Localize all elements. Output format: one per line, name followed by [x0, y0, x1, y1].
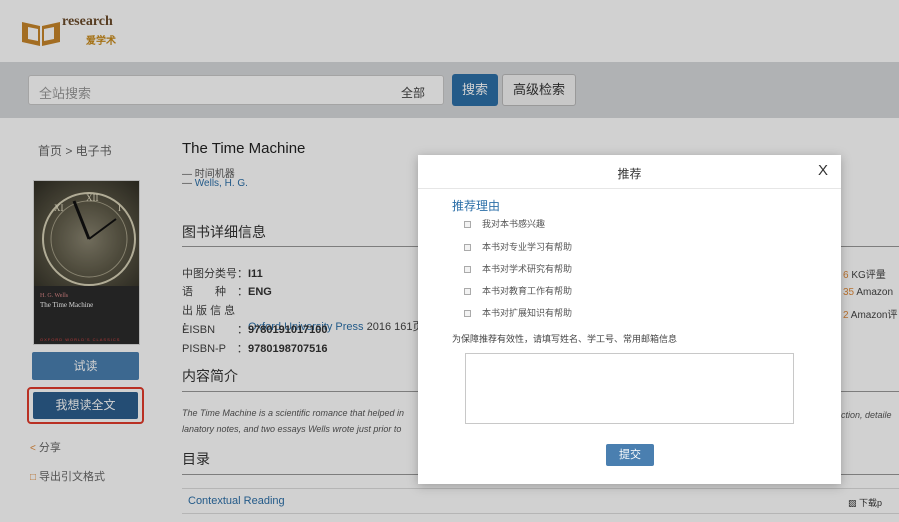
reason-option[interactable]: 本书对学术研究有帮助 [464, 262, 572, 275]
close-icon[interactable]: X [818, 162, 828, 179]
option-label: 本书对扩展知识有帮助 [482, 308, 573, 318]
checkbox[interactable] [464, 310, 471, 318]
info-textarea[interactable] [465, 353, 794, 424]
option-label: 本书对专业学习有帮助 [482, 242, 573, 252]
checkbox[interactable] [464, 288, 471, 296]
submit-button[interactable]: 提交 [606, 444, 654, 466]
option-label: 本书对学术研究有帮助 [482, 264, 573, 274]
reason-option[interactable]: 本书对教育工作有帮助 [464, 284, 572, 297]
option-label: 本书对教育工作有帮助 [482, 286, 573, 296]
dialog-title: 推荐 [617, 167, 642, 181]
checkbox[interactable] [464, 266, 471, 274]
recommend-dialog: 推荐 X 推荐理由 我对本书感兴趣 本书对专业学习有帮助 本书对学术研究有帮助 … [418, 155, 841, 484]
reason-option[interactable]: 我对本书感兴趣 [464, 217, 545, 230]
dialog-header: 推荐 X [418, 155, 841, 189]
info-hint: 为保障推荐有效性，请填写姓名、学工号、常用邮箱信息 [452, 334, 678, 344]
reason-option[interactable]: 本书对专业学习有帮助 [464, 240, 572, 253]
option-label: 我对本书感兴趣 [482, 219, 546, 229]
reason-option[interactable]: 本书对扩展知识有帮助 [464, 306, 572, 319]
checkbox[interactable] [464, 221, 471, 229]
checkbox[interactable] [464, 244, 471, 252]
reason-heading: 推荐理由 [452, 199, 501, 213]
